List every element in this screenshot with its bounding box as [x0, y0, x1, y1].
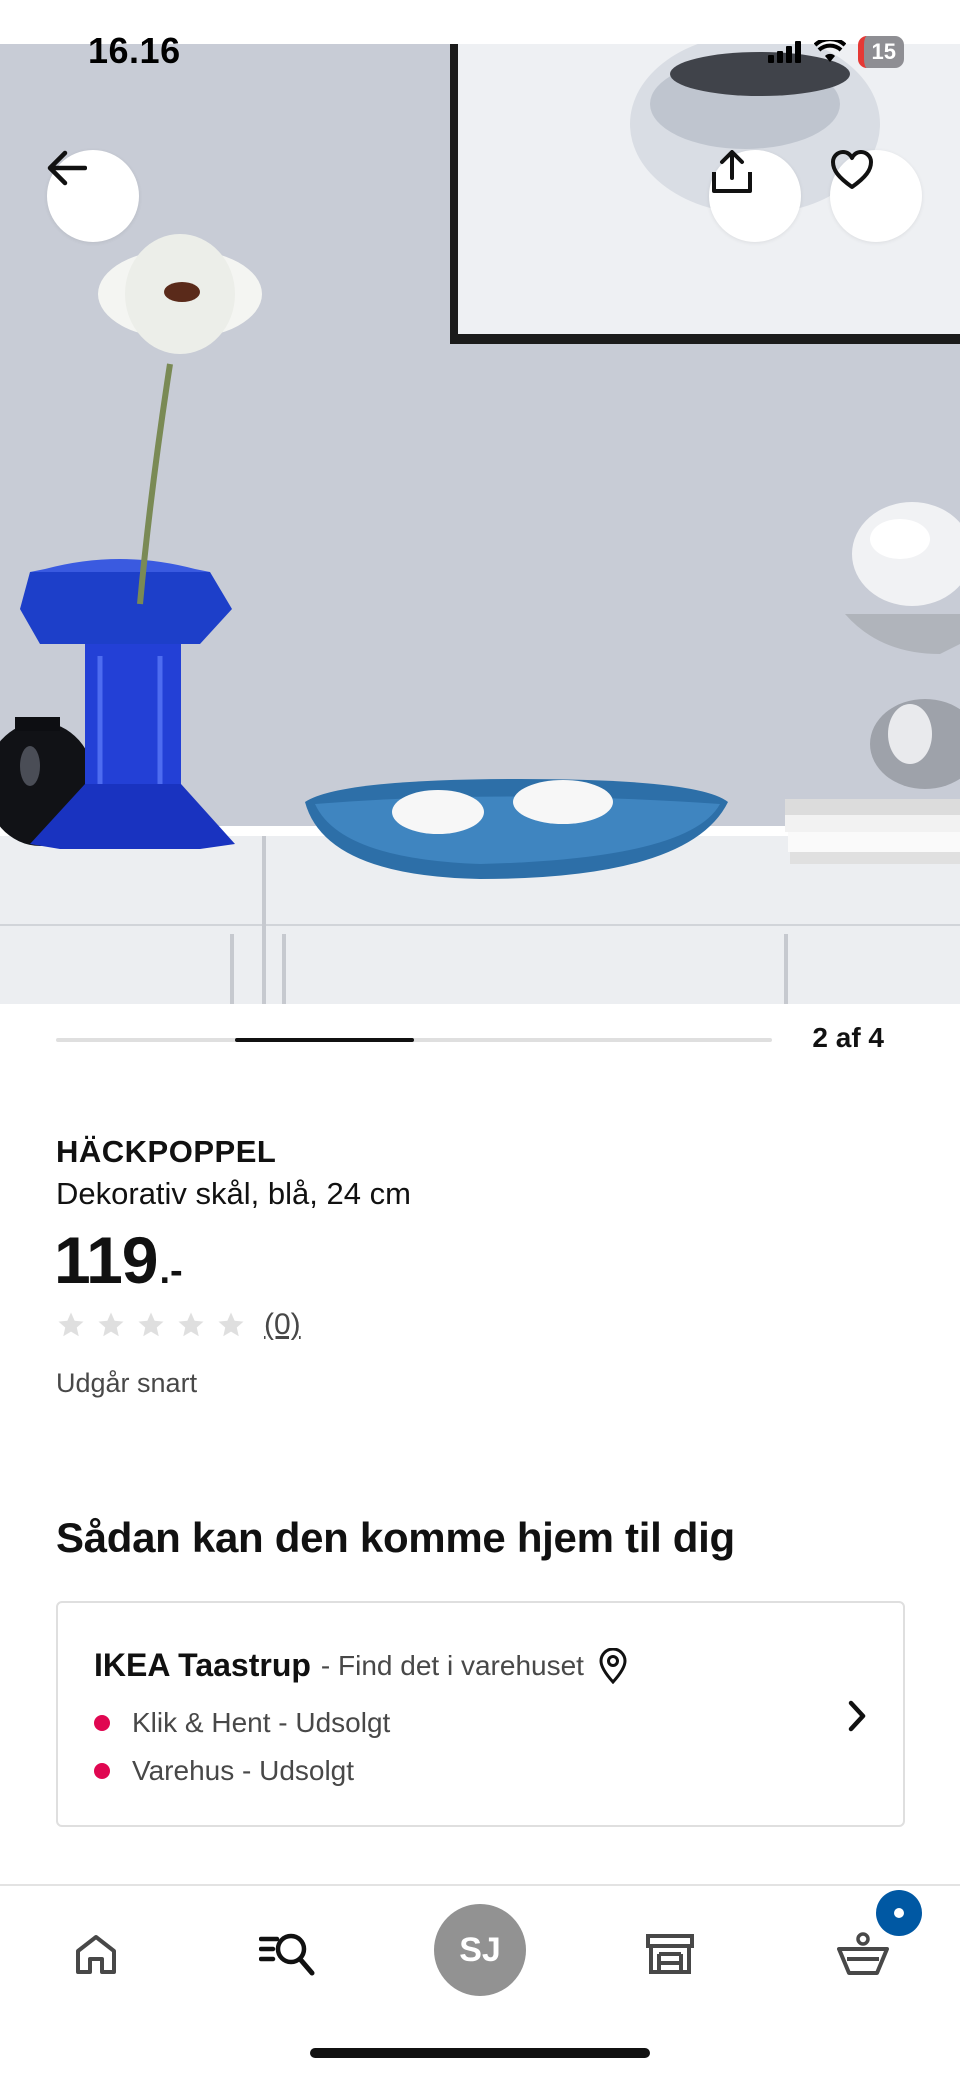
nav-home-button[interactable]: [51, 1914, 141, 1994]
star-icon: [178, 1312, 204, 1337]
nav-stores-button[interactable]: [625, 1914, 715, 1994]
status-bar: 16.16 15: [0, 0, 960, 71]
home-icon: [76, 1935, 116, 1974]
nav-profile-avatar[interactable]: SJ: [434, 1904, 526, 1996]
back-button[interactable]: [47, 150, 139, 242]
delivery-section-title: Sådan kan den komme hjem til dig: [56, 1514, 735, 1561]
out-of-stock-dot: [94, 1763, 110, 1779]
product-image[interactable]: [0, 44, 960, 1004]
store-availability-card[interactable]: IKEA Taastrup - Find det i varehuset Kli…: [56, 1601, 905, 1827]
basket-icon: [837, 1932, 889, 1975]
store-name: IKEA Taastrup: [94, 1647, 311, 1683]
carousel-progress[interactable]: [56, 1038, 772, 1042]
arrow-left-icon: [47, 150, 87, 186]
stock-row-click-collect: Klik & Hent - Udsolgt: [94, 1707, 390, 1739]
share-button[interactable]: [709, 150, 801, 242]
heart-icon: [831, 150, 873, 189]
product-name: HÄCKPOPPEL: [56, 1134, 277, 1169]
status-time: 16.16: [88, 30, 181, 71]
home-indicator: [310, 2048, 650, 2058]
signal-icon: [767, 41, 801, 63]
wifi-icon: [813, 40, 846, 62]
store-header: IKEA Taastrup - Find det i varehuset: [94, 1647, 628, 1684]
chevron-right-icon[interactable]: [841, 1699, 871, 1733]
nav-search-button[interactable]: [242, 1914, 332, 1994]
price-integer: 119: [54, 1223, 158, 1297]
rating-count-link[interactable]: (0): [264, 1308, 301, 1342]
stock-row-store: Varehus - Udsolgt: [94, 1755, 354, 1787]
battery-indicator: 15: [857, 36, 904, 68]
stock-label: Varehus - Udsolgt: [132, 1755, 355, 1786]
stock-label: Klik & Hent - Udsolgt: [132, 1707, 391, 1738]
store-subtitle: - Find det i varehuset: [320, 1649, 584, 1681]
product-price: 119 .-: [54, 1222, 183, 1298]
star-icon: [138, 1312, 164, 1337]
product-photo-illustration: [0, 44, 960, 1004]
product-description: Dekorativ skål, blå, 24 cm: [56, 1176, 411, 1211]
price-suffix: .-: [159, 1250, 183, 1292]
star-icon: [98, 1312, 124, 1337]
store-icon: [646, 1934, 694, 1974]
status-icons: 15: [767, 36, 904, 68]
star-icon: [58, 1312, 84, 1337]
star-icon: [218, 1312, 244, 1337]
search-icon: [259, 1933, 315, 1976]
location-pin-icon: [599, 1647, 627, 1684]
favorite-button[interactable]: [830, 150, 922, 242]
carousel-counter: 2 af 4: [812, 1022, 884, 1053]
basket-badge: [876, 1890, 922, 1936]
carousel-progress-thumb: [235, 1038, 414, 1042]
availability-note: Udgår snart: [56, 1368, 198, 1398]
rating[interactable]: (0): [56, 1308, 301, 1342]
out-of-stock-dot: [94, 1715, 110, 1731]
share-icon: [712, 150, 752, 193]
